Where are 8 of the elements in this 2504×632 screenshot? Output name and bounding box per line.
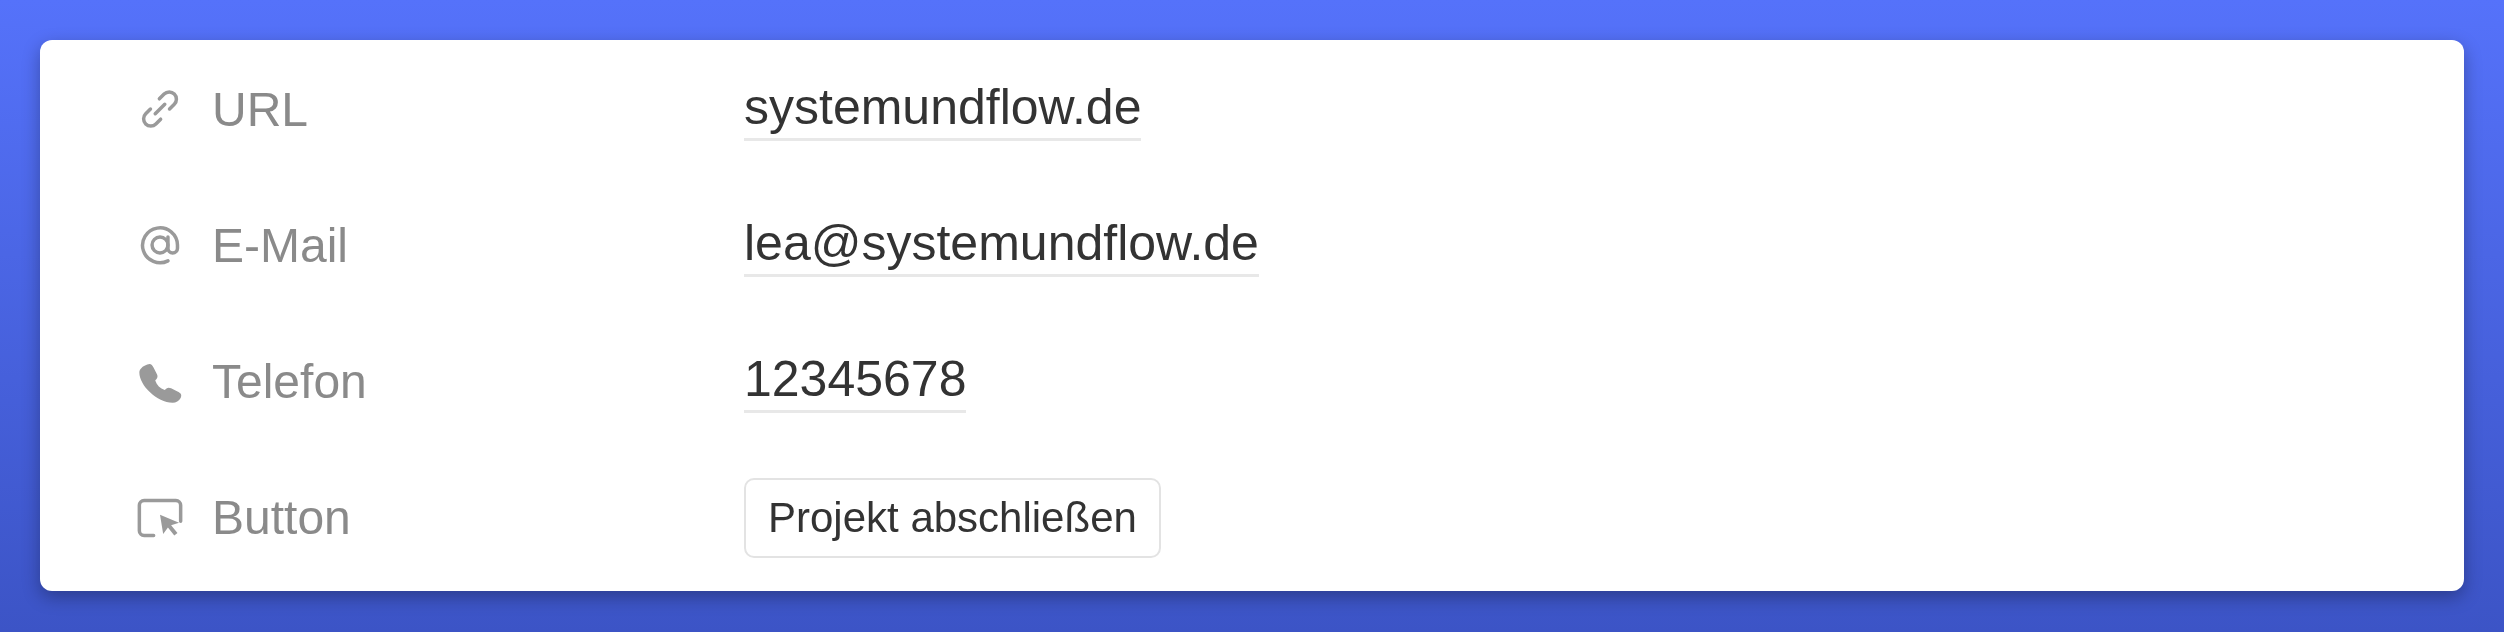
action-button[interactable]: Projekt abschließen <box>744 478 1161 558</box>
field-label: E-Mail <box>212 217 348 273</box>
field-label: Telefon <box>212 354 367 410</box>
field-label: URL <box>212 81 309 137</box>
field-label: Button <box>212 490 351 546</box>
field-value[interactable]: lea@systemundflow.de <box>744 213 1259 277</box>
field-value[interactable]: 12345678 <box>744 350 967 414</box>
field-value[interactable]: systemundflow.de <box>744 77 1142 141</box>
